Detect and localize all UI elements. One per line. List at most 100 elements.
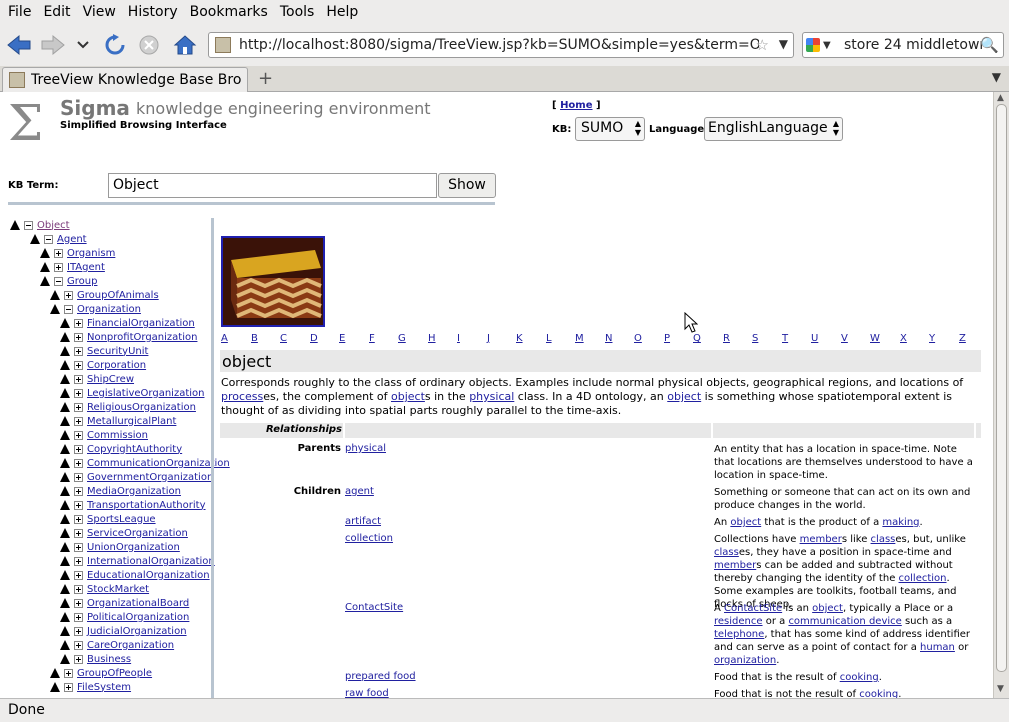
alphabet-link[interactable]: R: [723, 333, 730, 344]
menu-file[interactable]: File: [2, 0, 37, 24]
expand-icon[interactable]: [74, 346, 83, 356]
alphabet-link[interactable]: X: [900, 333, 907, 344]
tree-arrow-icon[interactable]: [60, 514, 70, 524]
tree-node-link[interactable]: InternationalOrganization: [87, 556, 215, 567]
menu-view[interactable]: View: [77, 0, 122, 24]
tree-node-link[interactable]: PoliticalOrganization: [87, 612, 189, 623]
collapse-icon[interactable]: [24, 220, 33, 230]
term-link[interactable]: member: [800, 534, 842, 545]
tree-arrow-icon[interactable]: [60, 360, 70, 370]
menu-edit[interactable]: Edit: [37, 0, 76, 24]
tree-arrow-icon[interactable]: [60, 486, 70, 496]
tree-arrow-icon[interactable]: [60, 332, 70, 342]
vertical-scrollbar[interactable]: ▲ ▼: [993, 92, 1009, 698]
expand-icon[interactable]: [74, 458, 83, 468]
term-link[interactable]: collection: [899, 573, 947, 584]
alphabet-link[interactable]: P: [664, 333, 670, 344]
new-tab-plus-icon[interactable]: +: [258, 68, 273, 89]
expand-icon[interactable]: [74, 430, 83, 440]
tree-node-link[interactable]: MetallurgicalPlant: [87, 416, 176, 427]
tree-node-link[interactable]: FinancialOrganization: [87, 318, 195, 329]
related-term-link[interactable]: agent: [345, 486, 374, 497]
expand-icon[interactable]: [74, 514, 83, 524]
alphabet-link[interactable]: D: [310, 333, 318, 344]
tree-node-link[interactable]: CopyrightAuthority: [87, 444, 182, 455]
tree-arrow-icon[interactable]: [60, 444, 70, 454]
tree-arrow-icon[interactable]: [50, 682, 60, 692]
tree-node-link[interactable]: Commission: [87, 430, 148, 441]
tree-node-link[interactable]: Organization: [77, 304, 141, 315]
show-button[interactable]: Show: [438, 173, 496, 198]
tree-arrow-icon[interactable]: [40, 248, 50, 258]
related-term-link[interactable]: collection: [345, 533, 393, 544]
term-link[interactable]: class: [714, 547, 739, 558]
tree-node-link[interactable]: GroupOfPeople: [77, 668, 152, 679]
alphabet-link[interactable]: S: [752, 333, 758, 344]
tree-node-link[interactable]: SecurityUnit: [87, 346, 148, 357]
expand-icon[interactable]: [74, 402, 83, 412]
expand-icon[interactable]: [74, 542, 83, 552]
tree-arrow-icon[interactable]: [60, 654, 70, 664]
alphabet-link[interactable]: J: [487, 333, 490, 344]
tree-arrow-icon[interactable]: [60, 402, 70, 412]
tree-node-link[interactable]: NonprofitOrganization: [87, 332, 197, 343]
alphabet-link[interactable]: E: [339, 333, 345, 344]
related-term-link[interactable]: physical: [345, 443, 386, 454]
collapse-icon[interactable]: [64, 304, 73, 314]
url-dropdown-icon[interactable]: ▼: [779, 37, 788, 51]
menu-tools[interactable]: Tools: [274, 0, 321, 24]
expand-icon[interactable]: [74, 556, 83, 566]
collapse-icon[interactable]: [44, 234, 53, 244]
tree-node-link[interactable]: JudicialOrganization: [87, 626, 187, 637]
alphabet-link[interactable]: L: [546, 333, 552, 344]
alphabet-link[interactable]: T: [782, 333, 788, 344]
forward-button[interactable]: [38, 30, 68, 60]
tree-arrow-icon[interactable]: [60, 472, 70, 482]
tree-arrow-icon[interactable]: [60, 626, 70, 636]
scroll-up-arrow-icon[interactable]: ▲: [997, 93, 1004, 103]
tree-arrow-icon[interactable]: [60, 612, 70, 622]
tree-arrow-icon[interactable]: [50, 290, 60, 300]
tree-arrow-icon[interactable]: [50, 304, 60, 314]
term-link[interactable]: process: [221, 390, 263, 403]
stop-button[interactable]: [134, 30, 164, 60]
alphabet-link[interactable]: V: [841, 333, 848, 344]
alphabet-link[interactable]: K: [516, 333, 523, 344]
tree-node-link[interactable]: Corporation: [87, 360, 146, 371]
alphabet-link[interactable]: Y: [929, 333, 935, 344]
scrollbar-thumb[interactable]: [996, 104, 1007, 672]
term-link[interactable]: physical: [469, 390, 514, 403]
alphabet-link[interactable]: I: [457, 333, 460, 344]
term-link[interactable]: object: [667, 390, 701, 403]
tree-arrow-icon[interactable]: [60, 430, 70, 440]
alphabet-link[interactable]: G: [398, 333, 406, 344]
back-button[interactable]: [4, 30, 34, 60]
tree-node-link[interactable]: GroupOfAnimals: [77, 290, 159, 301]
menu-bookmarks[interactable]: Bookmarks: [184, 0, 274, 24]
menu-help[interactable]: Help: [320, 0, 364, 24]
term-link[interactable]: cooking: [859, 689, 898, 698]
tree-node-link[interactable]: Business: [87, 654, 131, 665]
term-link[interactable]: telephone: [714, 629, 764, 640]
tab-list-chevron-icon[interactable]: ▼: [992, 70, 1001, 84]
tree-arrow-icon[interactable]: [60, 584, 70, 594]
expand-icon[interactable]: [74, 500, 83, 510]
tree-node-link[interactable]: SportsLeague: [87, 514, 156, 525]
expand-icon[interactable]: [74, 626, 83, 636]
expand-icon[interactable]: [74, 444, 83, 454]
tree-node-link[interactable]: TransportationAuthority: [87, 500, 206, 511]
expand-icon[interactable]: [74, 612, 83, 622]
language-select[interactable]: EnglishLanguage ▲ ▼: [704, 117, 843, 141]
bookmark-star-icon[interactable]: ☆: [756, 36, 769, 54]
expand-icon[interactable]: [74, 360, 83, 370]
term-link[interactable]: object: [391, 390, 425, 403]
expand-icon[interactable]: [74, 318, 83, 328]
tree-node-link[interactable]: StockMarket: [87, 584, 149, 595]
menu-history[interactable]: History: [122, 0, 184, 24]
tree-node-link[interactable]: ServiceOrganization: [87, 528, 188, 539]
term-link[interactable]: ContactSite: [724, 603, 782, 614]
tree-node-link[interactable]: Group: [67, 276, 97, 287]
related-term-link[interactable]: artifact: [345, 516, 381, 527]
expand-icon[interactable]: [64, 682, 73, 692]
alphabet-link[interactable]: U: [811, 333, 818, 344]
